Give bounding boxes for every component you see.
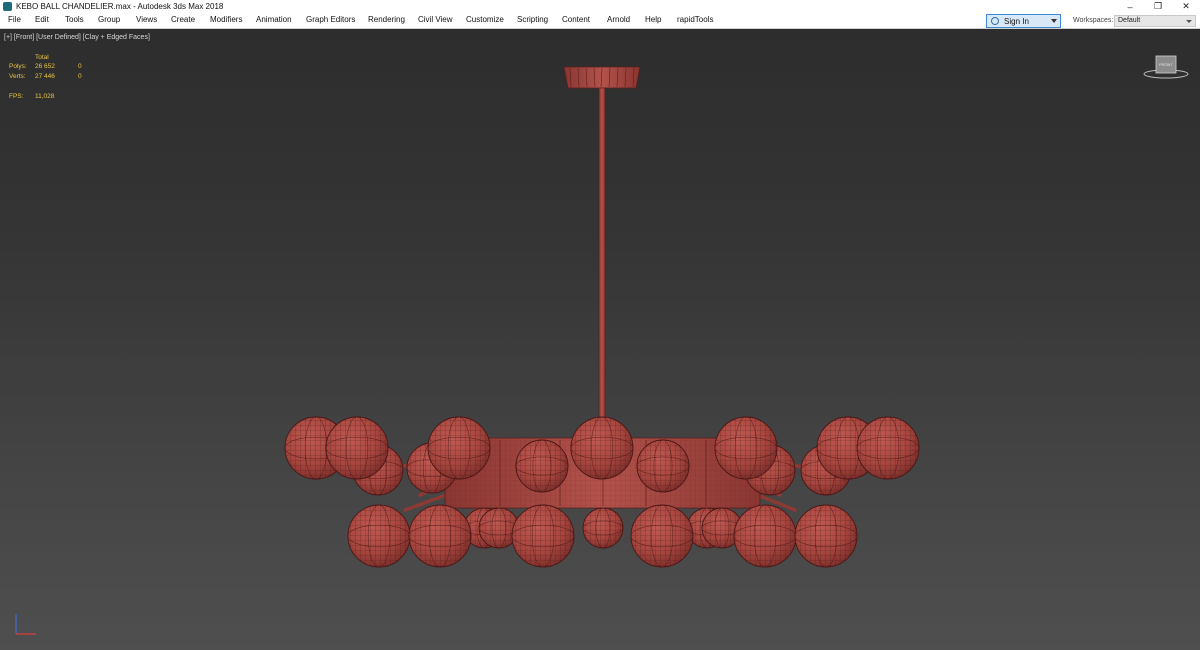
- menu-civil-view[interactable]: Civil View: [418, 15, 453, 24]
- viewport-label[interactable]: [+] [Front] [User Defined] [Clay + Edged…: [4, 34, 150, 41]
- ball-wireframe: [409, 505, 471, 567]
- ball-wireframe: [631, 505, 693, 567]
- close-button[interactable]: ✕: [1172, 0, 1200, 13]
- ball-wireframe: [583, 508, 623, 548]
- workspaces-label: Workspaces:: [1073, 17, 1114, 24]
- ball-wireframe: [637, 440, 689, 492]
- sign-in-label: Sign In: [1004, 16, 1029, 26]
- polys-value: 26 652: [35, 63, 55, 70]
- ball-wireframe: [734, 505, 796, 567]
- ball-wireframe: [512, 505, 574, 567]
- front-viewport[interactable]: [+] [Front] [User Defined] [Clay + Edged…: [0, 30, 1200, 650]
- menu-views[interactable]: Views: [136, 15, 157, 24]
- ball-wireframe: [795, 505, 857, 567]
- menu-animation[interactable]: Animation: [256, 15, 292, 24]
- menu-customize[interactable]: Customize: [466, 15, 504, 24]
- window-title: KEBO BALL CHANDELIER.max - Autodesk 3ds …: [16, 2, 224, 11]
- menu-content[interactable]: Content: [562, 15, 590, 24]
- chevron-down-icon: [1186, 20, 1192, 23]
- menu-arnold[interactable]: Arnold: [607, 15, 630, 24]
- stats-header: Total: [35, 54, 49, 61]
- ball-wireframe: [571, 417, 633, 479]
- axis-tripod-icon: [15, 614, 36, 635]
- menu-file[interactable]: File: [8, 15, 21, 24]
- menu-rendering[interactable]: Rendering: [368, 15, 405, 24]
- fps-value: 11,028: [35, 93, 55, 100]
- menu-edit[interactable]: Edit: [35, 15, 49, 24]
- chandelier-model[interactable]: [0, 30, 1200, 650]
- ball-wireframe: [516, 440, 568, 492]
- workspace-select[interactable]: Default: [1114, 15, 1196, 27]
- workspace-value: Default: [1118, 17, 1141, 24]
- menu-graph-editors[interactable]: Graph Editors: [306, 15, 355, 24]
- verts-value: 27 446: [35, 73, 55, 80]
- menu-scripting[interactable]: Scripting: [517, 15, 548, 24]
- menu-help[interactable]: Help: [645, 15, 661, 24]
- ball-wireframe: [715, 417, 777, 479]
- viewcube-face-label: FRONT: [1159, 62, 1173, 67]
- title-bar: KEBO BALL CHANDELIER.max - Autodesk 3ds …: [0, 0, 1200, 13]
- app-icon: [3, 2, 12, 11]
- stem-rod: [598, 87, 606, 421]
- menu-modifiers[interactable]: Modifiers: [210, 15, 242, 24]
- viewcube-icon[interactable]: FRONT: [1143, 54, 1189, 80]
- verts-selected: 0: [78, 73, 82, 80]
- menu-rapidtools[interactable]: rapidTools: [677, 15, 713, 24]
- menu-tools[interactable]: Tools: [65, 15, 84, 24]
- ball-wireframe: [428, 417, 490, 479]
- ball-wireframe: [857, 417, 919, 479]
- minimize-button[interactable]: –: [1116, 0, 1144, 13]
- chevron-down-icon: [1051, 19, 1057, 23]
- ball-wireframe: [348, 505, 410, 567]
- fps-label: FPS:: [9, 93, 24, 100]
- polys-selected: 0: [78, 63, 82, 70]
- verts-label: Verts:: [9, 73, 26, 80]
- ball-wireframe: [326, 417, 388, 479]
- user-icon: [991, 17, 999, 25]
- menu-create[interactable]: Create: [171, 15, 195, 24]
- menu-group[interactable]: Group: [98, 15, 120, 24]
- polys-label: Polys:: [9, 63, 27, 70]
- sign-in-dropdown[interactable]: Sign In: [986, 14, 1061, 28]
- restore-button[interactable]: ❐: [1144, 0, 1172, 13]
